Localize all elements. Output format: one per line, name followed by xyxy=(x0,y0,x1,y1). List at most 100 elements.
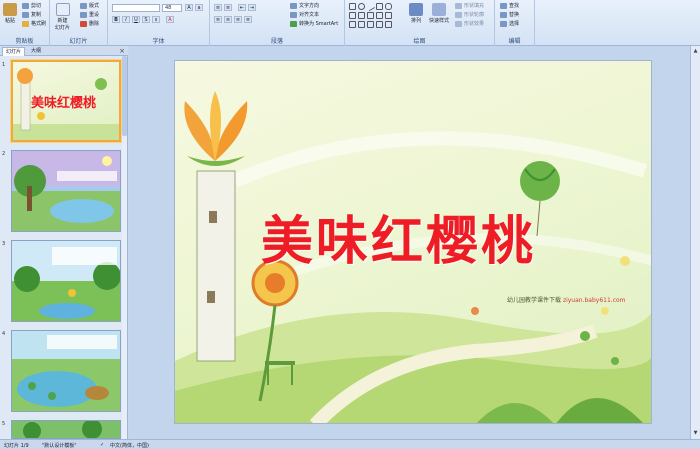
slide-title[interactable]: 美味红樱桃 xyxy=(261,199,536,274)
shape-fill-button[interactable]: 形状填充 xyxy=(455,2,484,9)
new-slide-button[interactable]: 新建 幻灯片 xyxy=(55,3,70,31)
spellcheck-icon[interactable]: ✓ xyxy=(100,442,104,448)
decrease-indent-button[interactable]: ⇤ xyxy=(238,4,246,11)
scroll-up-icon[interactable]: ▲ xyxy=(692,48,699,55)
panel-tabs: 幻灯片 大纲 × xyxy=(0,46,128,56)
close-panel-icon[interactable]: × xyxy=(119,47,125,55)
font-name-select[interactable] xyxy=(112,4,160,12)
text-direction-icon xyxy=(290,2,297,9)
text-direction-button[interactable]: 文字方向 xyxy=(290,2,319,9)
underline-button[interactable]: U xyxy=(132,16,140,23)
slides-label: 幻灯片 xyxy=(69,38,88,45)
delete-slide-button[interactable]: 删除 xyxy=(80,20,99,27)
reset-button[interactable]: 重设 xyxy=(80,11,99,18)
rectangle-shape-icon[interactable] xyxy=(349,3,356,10)
pen-icon xyxy=(455,11,462,18)
connector-shape-icon[interactable] xyxy=(376,21,383,28)
editing-group: 查找 替换 选择 编辑 xyxy=(495,0,535,46)
arrow-shape-icon[interactable] xyxy=(358,12,365,19)
slide-credit: 幼儿园教学课件下载 ziyuan.baby611.com xyxy=(507,295,626,304)
freeform-shape-icon[interactable] xyxy=(358,21,365,28)
status-bar: 幻灯片 1/9 "默认设计模板" ✓ 中文(简体，中国) xyxy=(0,439,700,449)
credit-text: 幼儿园教学课件下载 xyxy=(507,297,562,304)
canvas-scrollbar[interactable]: ▲ ▼ xyxy=(690,46,700,439)
bullets-button[interactable]: ≡ xyxy=(214,4,222,11)
strikethrough-button[interactable]: S xyxy=(142,16,150,23)
rounded-rect-shape-icon[interactable] xyxy=(385,3,392,10)
copy-button[interactable]: 复制 xyxy=(22,11,41,18)
thumb-2-art xyxy=(12,151,120,231)
panel-scrollbar[interactable] xyxy=(122,56,127,439)
slide-thumbnail-3[interactable] xyxy=(11,240,121,322)
drawing-group: 排列 快速样式 形状填充 形状轮廓 形状效果 绘图 xyxy=(345,0,495,46)
slide-editor[interactable]: 美味红樱桃 幼儿园教学课件下载 ziyuan.baby611.com xyxy=(174,60,652,424)
triangle-shape-icon[interactable] xyxy=(349,12,356,19)
grow-font-button[interactable]: A xyxy=(185,4,193,11)
more-shapes-icon[interactable] xyxy=(385,21,392,28)
slide-number: 1 xyxy=(2,62,6,68)
slide-count: 幻灯片 1/9 xyxy=(4,443,29,449)
thumb-4-art xyxy=(12,331,120,411)
slides-group: 新建 幻灯片 版式 重设 删除 幻灯片 xyxy=(50,0,108,46)
brace-shape-icon[interactable] xyxy=(385,12,392,19)
align-center-button[interactable]: ≡ xyxy=(224,16,232,23)
cut-button[interactable]: 剪切 xyxy=(22,2,41,9)
slide-thumbnail-1[interactable]: 美味红樱桃 xyxy=(11,60,121,142)
justify-button[interactable]: ≡ xyxy=(244,16,252,23)
clipboard-group: 粘贴 剪切 复制 格式刷 剪贴板 xyxy=(0,0,50,46)
font-color-button[interactable]: A xyxy=(166,16,174,23)
bold-button[interactable]: B xyxy=(112,16,120,23)
layout-button[interactable]: 版式 xyxy=(80,2,99,9)
paragraph-group: ≡ ≡ ⇤ ⇥ ≡ ≡ ≡ ≡ 文字方向 对齐文本 转换为 SmartArt 段… xyxy=(210,0,345,46)
shrink-font-button[interactable]: a xyxy=(195,4,203,11)
quick-styles-button[interactable]: 快速样式 xyxy=(429,3,449,24)
arrange-icon xyxy=(409,3,423,16)
select-button[interactable]: 选择 xyxy=(500,20,519,27)
align-text-button[interactable]: 对齐文本 xyxy=(290,11,319,18)
tab-outline[interactable]: 大纲 xyxy=(28,47,44,56)
slide-thumbnail-4[interactable] xyxy=(11,330,121,412)
star-shape-icon[interactable] xyxy=(367,12,374,19)
language[interactable]: 中文(简体，中国) xyxy=(110,442,149,449)
shape-effects-button[interactable]: 形状效果 xyxy=(455,20,484,27)
shadow-button[interactable]: s xyxy=(152,16,160,23)
increase-indent-button[interactable]: ⇥ xyxy=(248,4,256,11)
slide-thumbnail-5[interactable] xyxy=(11,420,121,439)
replace-button[interactable]: 替换 xyxy=(500,11,519,18)
fill-bucket-icon xyxy=(455,2,462,9)
line-shape-icon[interactable] xyxy=(365,1,376,12)
align-right-button[interactable]: ≡ xyxy=(234,16,242,23)
square-shape-icon[interactable] xyxy=(376,3,383,10)
callout-shape-icon[interactable] xyxy=(367,21,374,28)
panel-scroll-thumb[interactable] xyxy=(122,56,127,136)
scroll-down-icon[interactable]: ▼ xyxy=(692,430,699,437)
tab-slides[interactable]: 幻灯片 xyxy=(2,47,26,56)
slide-thumbnail-2[interactable] xyxy=(11,150,121,232)
align-left-button[interactable]: ≡ xyxy=(214,16,222,23)
thumb-5-art xyxy=(12,421,120,438)
shape-outline-button[interactable]: 形状轮廓 xyxy=(455,11,484,18)
brush-icon xyxy=(22,20,29,27)
effects-icon xyxy=(455,20,462,27)
format-painter-button[interactable]: 格式刷 xyxy=(22,20,46,27)
italic-button[interactable]: I xyxy=(122,16,130,23)
theme-name[interactable]: "默认设计模板" xyxy=(42,442,77,449)
paste-button[interactable]: 粘贴 xyxy=(3,3,17,24)
find-button[interactable]: 查找 xyxy=(500,2,519,9)
font-group: 48 A a B I U S s A 字体 xyxy=(108,0,210,46)
thumb-1-title: 美味红樱桃 xyxy=(31,96,97,111)
copy-icon xyxy=(22,11,29,18)
slide-number: 2 xyxy=(2,151,6,157)
convert-smartart-button[interactable]: 转换为 SmartArt xyxy=(290,20,338,27)
drawing-label: 绘图 xyxy=(413,38,426,45)
font-size-select[interactable]: 48 xyxy=(162,4,182,12)
ribbon: 粘贴 剪切 复制 格式刷 剪贴板 新建 幻灯片 版式 重设 删除 幻灯片 48 … xyxy=(0,0,700,46)
curve-shape-icon[interactable] xyxy=(349,21,356,28)
quick-styles-icon xyxy=(432,3,446,16)
slides-panel: 幻灯片 大纲 × 1 美味红樱桃 2 3 4 5 xyxy=(0,46,128,439)
binoculars-icon xyxy=(500,2,507,9)
numbering-button[interactable]: ≡ xyxy=(224,4,232,11)
oval-shape-icon[interactable] xyxy=(358,3,365,10)
arrange-button[interactable]: 排列 xyxy=(409,3,423,24)
bracket-shape-icon[interactable] xyxy=(376,12,383,19)
